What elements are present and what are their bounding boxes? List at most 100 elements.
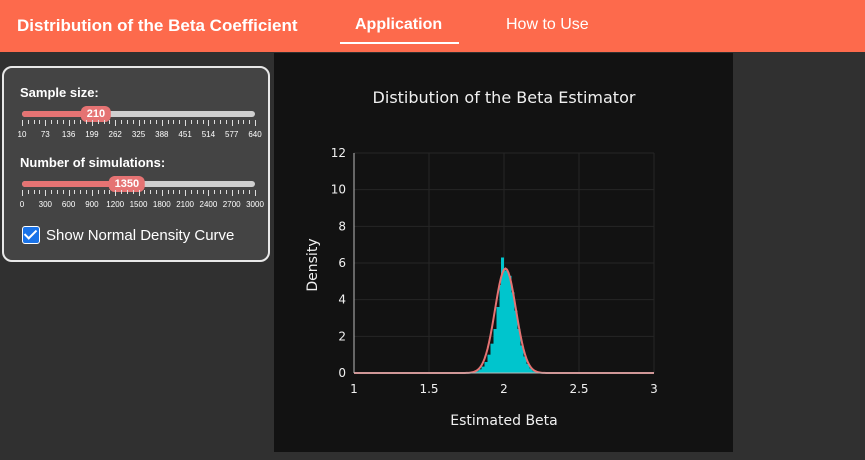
slider-tick: [202, 120, 204, 124]
slider-tick-label: 73: [40, 130, 50, 139]
slider-tick: [33, 120, 35, 124]
slider-tick: [39, 190, 41, 194]
x-tick-label: 1: [350, 382, 358, 396]
slider-tick: [45, 120, 47, 126]
slider-tick: [214, 190, 216, 194]
sample-size-label: Sample size:: [20, 85, 99, 100]
slider-tick: [74, 190, 76, 194]
slider-tick-label: 10: [17, 130, 27, 139]
slider-tick: [33, 190, 35, 194]
histogram-bar: [508, 275, 512, 373]
histogram-bar: [505, 270, 509, 373]
x-tick-label: 3: [650, 382, 658, 396]
slider-tick: [56, 190, 58, 194]
y-tick-label: 6: [338, 256, 346, 270]
histogram-bar: [496, 307, 500, 373]
slider-tick: [68, 190, 70, 196]
x-tick-label: 2.5: [569, 382, 588, 396]
y-tick-label: 10: [331, 183, 346, 197]
slider-tick: [132, 190, 134, 194]
slider-tick-label: 514: [201, 130, 216, 139]
slider-tick: [237, 120, 239, 124]
slider-tick-label: 388: [155, 130, 169, 139]
slider-tick: [190, 190, 192, 194]
slider-tick-label: 1800: [152, 200, 171, 209]
slider-tick-label: 2100: [176, 200, 194, 209]
normal-curve-option[interactable]: Show Normal Density Curve: [22, 224, 234, 246]
slider-tick: [161, 120, 163, 126]
slider-tick: [22, 190, 23, 196]
slider-tick: [126, 190, 128, 194]
simulations-ticks: [22, 190, 256, 200]
slider-tick-label: 451: [178, 130, 192, 139]
x-tick-label: 2: [500, 382, 508, 396]
slider-tick-label: 3000: [246, 200, 264, 209]
slider-tick: [97, 120, 99, 124]
histogram-bar: [502, 270, 506, 373]
histogram-bar: [493, 329, 497, 373]
slider-tick: [144, 190, 146, 194]
slider-tick-label: 640: [248, 130, 262, 139]
slider-tick-label: 2700: [222, 200, 241, 209]
slider-tick: [255, 120, 256, 126]
slider-tick-label: 0: [19, 200, 25, 209]
simulations-tick-labels: 0 300 600 900 1200 1500 1800 2100 2400 2700 3000: [19, 200, 264, 212]
navbar: Distribution of the Beta Coefficient App…: [0, 0, 865, 52]
slider-tick-label: 900: [85, 200, 99, 209]
slider-tick: [138, 120, 140, 126]
tab-application[interactable]: Application: [355, 16, 442, 34]
sample-size-ticks: [22, 120, 256, 130]
slider-tick: [225, 120, 227, 124]
simulations-label: Number of simulations:: [20, 155, 166, 170]
y-axis-label: Density: [305, 238, 321, 291]
slider-tick: [173, 120, 175, 124]
slider-tick: [231, 190, 233, 196]
normal-curve-label: Show Normal Density Curve: [46, 226, 235, 244]
app-title: Distribution of the Beta Coefficient: [17, 16, 298, 35]
x-axis-label: Estimated Beta: [450, 413, 557, 429]
slider-tick: [86, 190, 88, 194]
slider-tick: [27, 190, 29, 194]
slider-tick: [121, 190, 123, 194]
slider-tick: [249, 190, 251, 194]
slider-tick: [80, 120, 82, 124]
slider-tick: [161, 190, 163, 196]
slider-tick-label: 1200: [106, 200, 125, 209]
slider-tick-label: 262: [108, 130, 122, 139]
slider-tick: [45, 190, 47, 196]
chart-title: Distibution of the Beta Estimator: [373, 88, 636, 107]
sample-size-slider-track[interactable]: [22, 111, 255, 117]
slider-tick-label: 325: [131, 130, 146, 139]
slider-tick: [185, 190, 187, 196]
histogram-bar: [511, 292, 515, 373]
active-tab-indicator: [340, 42, 459, 44]
sample-size-tick-labels: 10 73 136 199 262 325 388 451 514 577 640: [18, 130, 262, 142]
slider-tick: [220, 190, 222, 194]
histogram-bars: [472, 257, 539, 373]
normal-curve-checkbox[interactable]: [22, 226, 40, 244]
slider-tick: [27, 120, 29, 124]
slider-tick: [150, 190, 152, 194]
slider-tick: [173, 190, 175, 194]
y-tick-label: 0: [338, 366, 346, 380]
y-tick-label: 2: [338, 329, 346, 343]
tab-how-to-use[interactable]: How to Use: [506, 16, 589, 34]
slider-tick: [214, 120, 216, 124]
slider-tick: [51, 190, 53, 194]
slider-tick: [202, 190, 204, 194]
slider-tick: [243, 190, 245, 194]
slider-tick: [255, 190, 256, 196]
slider-tick: [80, 190, 82, 194]
slider-tick: [220, 120, 222, 124]
slider-tick: [249, 120, 251, 124]
checkmark-icon: [23, 226, 38, 240]
slider-tick: [126, 120, 128, 124]
slider-tick: [167, 190, 169, 194]
slider-tick: [103, 120, 105, 124]
slider-tick: [179, 120, 181, 124]
slider-tick: [225, 190, 227, 194]
slider-tick: [68, 120, 70, 126]
histogram-bar: [484, 362, 488, 373]
slider-tick: [115, 120, 117, 126]
slider-tick-label: 577: [225, 130, 239, 139]
